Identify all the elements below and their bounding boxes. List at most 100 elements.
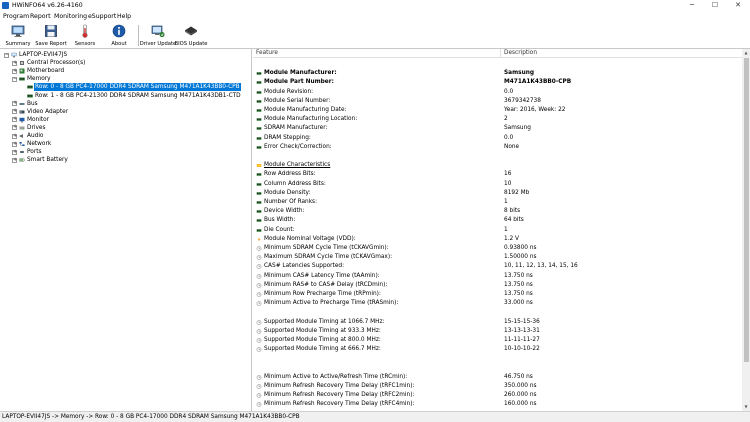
tree-item[interactable]: + Smart Battery (0, 156, 250, 164)
scroll-up-arrow-icon[interactable]: ▲ (742, 49, 750, 57)
menu-help[interactable]: Help (117, 11, 131, 22)
description-column-header[interactable]: Description (504, 49, 537, 58)
detail-row[interactable]: Number Of Ranks: 1 (253, 198, 742, 207)
detail-row[interactable]: Row Address Bits: 16 (253, 170, 742, 179)
tree-item[interactable]: + Ports (0, 148, 250, 156)
expand-icon[interactable]: + (12, 109, 17, 115)
detail-row[interactable]: Bus Width: 64 bits (253, 216, 742, 225)
feature-cell: Module Manufacturer: (264, 70, 337, 77)
detail-row[interactable]: Minimum SDRAM Cycle Time (tCKAVGmin): 0.9… (253, 244, 742, 253)
close-button[interactable]: ✕ (727, 0, 749, 11)
detail-row[interactable] (253, 354, 742, 363)
description-cell: 10 (504, 180, 512, 187)
expand-icon[interactable]: + (12, 60, 17, 66)
chip-icon (185, 26, 197, 36)
expand-icon[interactable]: + (12, 141, 17, 147)
section-header-row[interactable]: Module Characteristics (253, 161, 742, 170)
detail-row[interactable]: Supported Module Timing at 666.7 MHz: 10-… (253, 345, 742, 354)
vertical-scrollbar[interactable]: ▲ ▼ (742, 49, 750, 411)
detail-row[interactable]: SDRAM Manufacturer: Samsung (253, 124, 742, 133)
detail-row[interactable] (253, 60, 742, 69)
tree-item[interactable]: − LAPTOP-EVII47JS (0, 51, 250, 59)
menu-report[interactable]: Report (30, 11, 51, 22)
tree-item-label: Row: 1 - 8 GB PC4-21300 DDR4 SDRAM Samsu… (35, 92, 241, 99)
expand-icon[interactable]: + (12, 133, 17, 139)
detail-row[interactable]: Supported Module Timing at 933.3 MHz: 13-… (253, 327, 742, 336)
expand-icon[interactable]: + (12, 101, 17, 107)
detail-row[interactable]: Module Serial Number: 3679342738 (253, 97, 742, 106)
expand-icon[interactable]: + (12, 149, 17, 155)
detail-row[interactable]: Error Check/Correction: None (253, 143, 742, 152)
menu-monitoring[interactable]: Monitoring (54, 11, 87, 22)
column-divider[interactable] (500, 49, 501, 58)
summary-button[interactable]: Summary (0, 23, 36, 48)
detail-row[interactable]: Column Address Bits: 10 (253, 180, 742, 189)
detail-row[interactable]: Minimum Refresh Recovery Time Delay (tRF… (253, 382, 742, 391)
tree-item[interactable]: − Memory (0, 75, 250, 83)
tree-item[interactable]: + Central Processor(s) (0, 59, 250, 67)
feature-column-header[interactable]: Feature (256, 49, 278, 58)
detail-row[interactable]: Minimum CAS# Latency Time (tAAmin): 13.75… (253, 272, 742, 281)
detail-row[interactable] (253, 308, 742, 317)
detail-row[interactable]: Device Width: 8 bits (253, 207, 742, 216)
detail-row[interactable]: DRAM Stepping: 0.0 (253, 134, 742, 143)
clock-icon (256, 347, 262, 352)
save-report-button[interactable]: Save Report (33, 23, 69, 48)
expand-icon[interactable]: + (12, 157, 17, 163)
detail-row[interactable] (253, 152, 742, 161)
menu-esupport[interactable]: eSupport (88, 11, 116, 22)
detail-row[interactable]: CAS# Latencies Supported: 10, 11, 12, 13,… (253, 262, 742, 271)
detail-row[interactable]: Module Manufacturing Location: 2 (253, 115, 742, 124)
detail-row[interactable]: Minimum Refresh Recovery Time Delay (tRF… (253, 400, 742, 409)
feature-cell: Minimum Active to Active/Refresh Time (t… (264, 373, 408, 380)
detail-row[interactable]: Minimum RAS# to CAS# Delay (tRCDmin): 13.… (253, 281, 742, 290)
detail-row[interactable]: Minimum Active to Active/Refresh Time (t… (253, 373, 742, 382)
tree-item[interactable]: + Monitor (0, 116, 250, 124)
scroll-down-arrow-icon[interactable]: ▼ (742, 403, 750, 411)
detail-row[interactable]: Module Manufacturing Date: Year: 2016, We… (253, 106, 742, 115)
description-cell: 160.000 ns (504, 401, 537, 408)
detail-row[interactable]: Die Count: 1 (253, 226, 742, 235)
detail-row[interactable] (253, 364, 742, 373)
clock-icon (256, 338, 262, 343)
about-button[interactable]: About (101, 23, 137, 48)
video-adapter-icon (19, 110, 25, 114)
detail-row[interactable]: Module Manufacturer: Samsung (253, 69, 742, 78)
sensors-button[interactable]: Sensors (67, 23, 103, 48)
minimize-button[interactable]: ─ (681, 0, 703, 11)
detail-row[interactable]: Minimum Refresh Recovery Time Delay (tRF… (253, 391, 742, 400)
tree-item[interactable]: + Bus (0, 100, 250, 108)
maximize-button[interactable]: ☐ (704, 0, 726, 11)
detail-row[interactable]: Minimum Row Precharge Time (tRPmin): 13.7… (253, 290, 742, 299)
tree-item[interactable]: Row: 0 - 8 GB PC4-17000 DDR4 SDRAM Samsu… (0, 82, 250, 93)
driver-update-button[interactable]: Driver Update (139, 23, 177, 48)
detail-row[interactable]: Minimum Active to Precharge Time (tRASmi… (253, 299, 742, 308)
bios-update-button[interactable]: BIOS Update (173, 23, 209, 48)
scrollbar-thumb[interactable] (743, 58, 749, 362)
details-list[interactable]: Feature Description Module Manufacturer:… (253, 49, 742, 411)
expand-icon[interactable]: + (12, 117, 17, 123)
detail-row[interactable]: Maximum SDRAM Cycle Time (tCKAVGmax): 1.5… (253, 253, 742, 262)
detail-row[interactable]: Module Revision: 0.0 (253, 88, 742, 97)
detail-row[interactable]: Module Density: 8192 Mb (253, 189, 742, 198)
device-tree[interactable]: − LAPTOP-EVII47JS + Central Processor(s) + Mo… (0, 49, 252, 411)
tree-item[interactable]: + Drives (0, 124, 250, 132)
tree-item[interactable]: + Network (0, 140, 250, 148)
expand-icon[interactable]: + (12, 125, 17, 131)
collapse-icon[interactable]: − (4, 52, 9, 58)
expand-icon[interactable]: + (12, 68, 17, 74)
tree-item[interactable]: + Video Adapter (0, 108, 250, 116)
detail-row[interactable]: Supported Module Timing at 1066.7 MHz: 15… (253, 318, 742, 327)
collapse-icon[interactable]: − (12, 76, 17, 82)
detail-row[interactable]: Module Part Number: M471A1K43BB0-CPB (253, 78, 742, 87)
detail-row[interactable]: Module Nominal Voltage (VDD): 1.2 V (253, 235, 742, 244)
detail-row[interactable]: Supported Module Timing at 800.0 MHz: 11-… (253, 336, 742, 345)
feature-cell: Minimum Row Precharge Time (tRPmin): (264, 291, 381, 297)
menu-program[interactable]: Program (3, 11, 29, 22)
app-icon (2, 2, 9, 9)
ram-module-icon (256, 72, 262, 75)
tree-item[interactable]: Row: 1 - 8 GB PC4-21300 DDR4 SDRAM Samsu… (0, 92, 250, 100)
tree-item[interactable]: + Audio (0, 132, 250, 140)
menu-bar: Program Report Monitoring eSupport Help (0, 11, 750, 22)
tree-item[interactable]: + Motherboard (0, 67, 250, 75)
